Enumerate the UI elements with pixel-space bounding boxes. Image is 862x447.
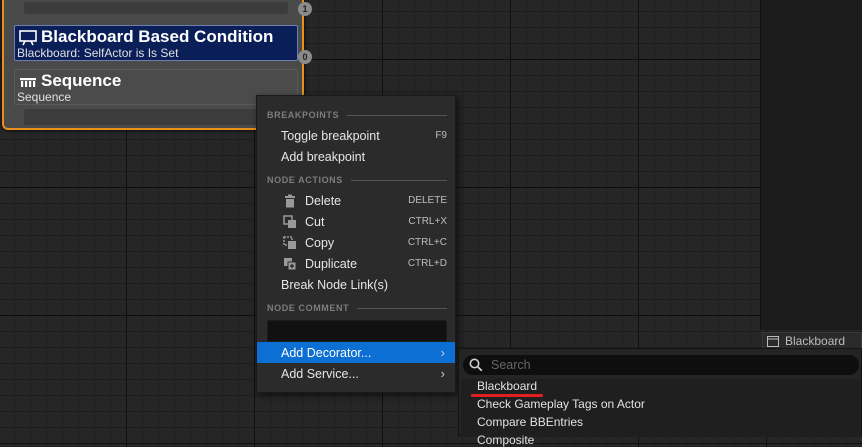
menu-item-duplicate[interactable]: Duplicate CTRL+D <box>257 253 455 274</box>
section-node-actions: NODE ACTIONS <box>267 175 447 185</box>
search-icon <box>469 358 483 372</box>
monitor-icon <box>19 30 37 46</box>
decorator-title: Blackboard Based Condition <box>41 27 274 46</box>
menu-item-label: Copy <box>305 235 335 250</box>
section-node-comment-label: NODE COMMENT <box>267 303 350 313</box>
search-bar[interactable] <box>463 355 859 375</box>
node-comment-input[interactable] <box>267 320 447 342</box>
menu-item-label: Duplicate <box>305 256 358 271</box>
menu-item-shortcut: CTRL+D <box>407 258 447 269</box>
menu-item-label: Toggle breakpoint <box>281 128 380 143</box>
composite-title: Sequence <box>41 71 122 90</box>
node-input-pin[interactable] <box>24 2 288 14</box>
menu-item-delete[interactable]: Delete DELETE <box>257 190 455 211</box>
trash-icon <box>285 194 295 207</box>
menu-item-label: Cut <box>305 214 325 229</box>
node-output-pin[interactable] <box>24 109 288 125</box>
decorator-submenu: Blackboard Check Gameplay Tags on Actor … <box>458 348 862 447</box>
window-icon <box>767 335 779 347</box>
menu-item-label: Add breakpoint <box>281 149 366 164</box>
decorator-list: Blackboard Check Gameplay Tags on Actor … <box>461 379 861 447</box>
context-menu: BREAKPOINTS Toggle breakpoint F9 Add bre… <box>256 95 456 393</box>
section-node-actions-label: NODE ACTIONS <box>267 175 343 185</box>
sequence-icon <box>20 78 36 87</box>
decorator-blackboard-condition[interactable]: Blackboard Based Condition Blackboard: S… <box>14 25 298 61</box>
menu-item-label: Delete <box>305 193 342 208</box>
section-breakpoints-label: BREAKPOINTS <box>267 110 340 120</box>
menu-item-add-breakpoint[interactable]: Add breakpoint <box>257 146 455 167</box>
menu-item-shortcut: DELETE <box>408 195 447 206</box>
blackboard-tab-label: Blackboard <box>785 334 846 348</box>
section-divider <box>350 179 447 181</box>
details-panel-background <box>760 0 862 330</box>
section-breakpoints: BREAKPOINTS <box>267 110 447 120</box>
menu-item-label: Add Decorator... <box>281 345 372 360</box>
list-item[interactable]: Compare BBEntries <box>477 415 583 429</box>
cut-icon <box>283 214 296 228</box>
menu-item-add-service[interactable]: Add Service... › <box>257 363 455 384</box>
duplicate-icon <box>284 257 297 270</box>
list-item[interactable]: Blackboard <box>477 379 537 393</box>
menu-item-shortcut: CTRL+X <box>408 216 447 227</box>
section-divider <box>347 114 447 116</box>
menu-item-break-node-links[interactable]: Break Node Link(s) <box>257 274 455 295</box>
chevron-right-icon: › <box>440 345 445 360</box>
search-input[interactable] <box>489 357 853 373</box>
menu-item-toggle-breakpoint[interactable]: Toggle breakpoint F9 <box>257 125 455 146</box>
menu-item-cut[interactable]: Cut CTRL+X <box>257 211 455 232</box>
list-item[interactable]: Check Gameplay Tags on Actor <box>477 397 645 411</box>
section-divider <box>357 307 447 309</box>
copy-icon <box>283 235 296 249</box>
chevron-right-icon: › <box>440 366 445 381</box>
composite-subtitle: Sequence <box>17 90 72 104</box>
decorator-subtitle: Blackboard: SelfActor is Is Set <box>17 46 179 60</box>
input-pin-badge: 1 <box>298 2 312 16</box>
list-item[interactable]: Composite <box>477 433 534 447</box>
menu-item-copy[interactable]: Copy CTRL+C <box>257 232 455 253</box>
menu-item-shortcut: CTRL+C <box>407 237 447 248</box>
section-node-comment: NODE COMMENT <box>267 303 447 313</box>
menu-item-label: Break Node Link(s) <box>281 277 388 292</box>
menu-item-label: Add Service... <box>281 366 359 381</box>
menu-item-shortcut: F9 <box>435 130 447 141</box>
execution-order-badge: 0 <box>298 50 312 64</box>
menu-item-add-decorator[interactable]: Add Decorator... › <box>257 342 455 363</box>
